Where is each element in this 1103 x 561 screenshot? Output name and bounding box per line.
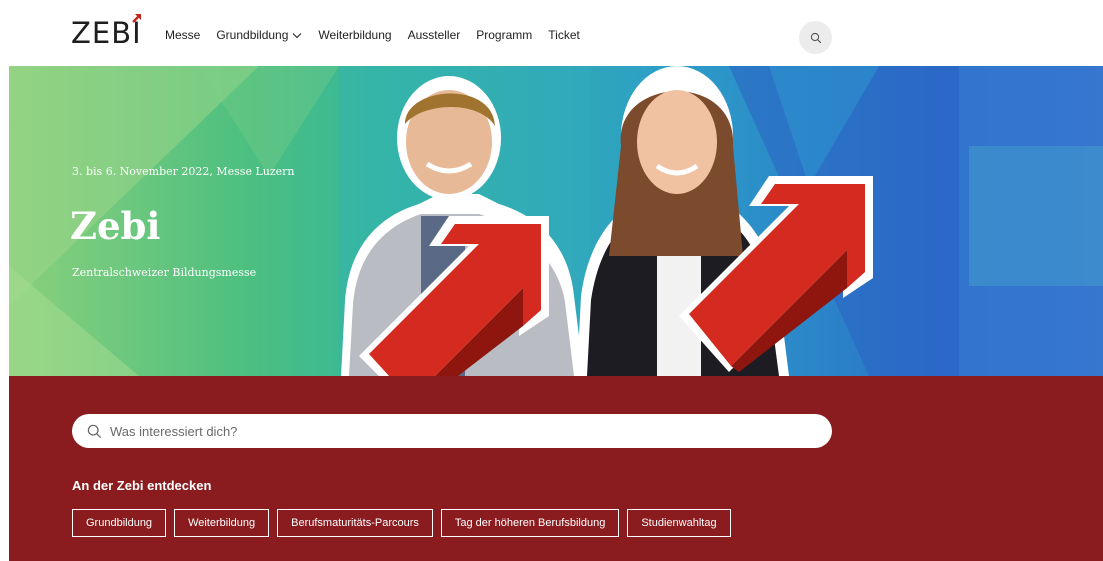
nav-item-grundbildung[interactable]: Grundbildung: [216, 28, 302, 42]
header-search-button[interactable]: [799, 21, 832, 54]
main-nav: Messe Grundbildung Weiterbildung Ausstel…: [165, 28, 596, 42]
zebi-logo[interactable]: ZEBI: [71, 14, 142, 50]
chip-berufsmaturitaets-parcours[interactable]: Berufsmaturitäts-Parcours: [277, 509, 433, 537]
chip-studienwahltag[interactable]: Studienwahltag: [627, 509, 731, 537]
chip-label: Tag der höheren Berufsbildung: [454, 517, 606, 529]
discover-chip-list: Grundbildung Weiterbildung Berufsmaturit…: [72, 509, 731, 537]
search-field[interactable]: [72, 414, 832, 448]
chip-label: Weiterbildung: [188, 517, 256, 529]
nav-item-aussteller[interactable]: Aussteller: [408, 28, 461, 42]
event-date: 3. bis 6. November 2022, Messe Luzern: [72, 165, 295, 178]
chevron-down-icon: [293, 32, 302, 38]
logo-arrow-icon: [132, 14, 141, 23]
chip-tag-der-hoeheren-berufsbildung[interactable]: Tag der höheren Berufsbildung: [440, 509, 620, 537]
hero-background-graphic: [9, 66, 1103, 376]
nav-item-label: Messe: [165, 28, 201, 42]
chip-label: Berufsmaturitäts-Parcours: [291, 517, 419, 529]
nav-item-label: Aussteller: [407, 28, 461, 42]
nav-item-ticket[interactable]: Ticket: [548, 28, 580, 42]
nav-item-label: Ticket: [548, 28, 580, 42]
chip-weiterbildung[interactable]: Weiterbildung: [174, 509, 270, 537]
site-header: ZEBI Messe Grundbildung Weiterbildung Au…: [0, 0, 1103, 66]
nav-item-label: Programm: [476, 28, 533, 42]
nav-item-label: Weiterbildung: [318, 28, 392, 42]
nav-item-label: Grundbildung: [216, 28, 289, 42]
nav-item-messe[interactable]: Messe: [165, 28, 200, 42]
chip-label: Studienwahltag: [641, 517, 717, 529]
chip-label: Grundbildung: [86, 517, 153, 529]
search-icon: [810, 32, 821, 43]
nav-item-weiterbildung[interactable]: Weiterbildung: [318, 28, 391, 42]
search-input[interactable]: [110, 423, 790, 439]
discover-heading: An der Zebi entdecken: [72, 478, 212, 493]
nav-item-programm[interactable]: Programm: [476, 28, 532, 42]
hero-title: Zebi: [70, 204, 161, 248]
hero-subtitle: Zentralschweizer Bildungsmesse: [72, 266, 257, 279]
search-icon: [87, 424, 102, 438]
hero-banner: 3. bis 6. November 2022, Messe Luzern Ze…: [9, 66, 1103, 376]
chip-grundbildung[interactable]: Grundbildung: [72, 509, 167, 537]
discover-section: An der Zebi entdecken Grundbildung Weite…: [9, 376, 1103, 561]
